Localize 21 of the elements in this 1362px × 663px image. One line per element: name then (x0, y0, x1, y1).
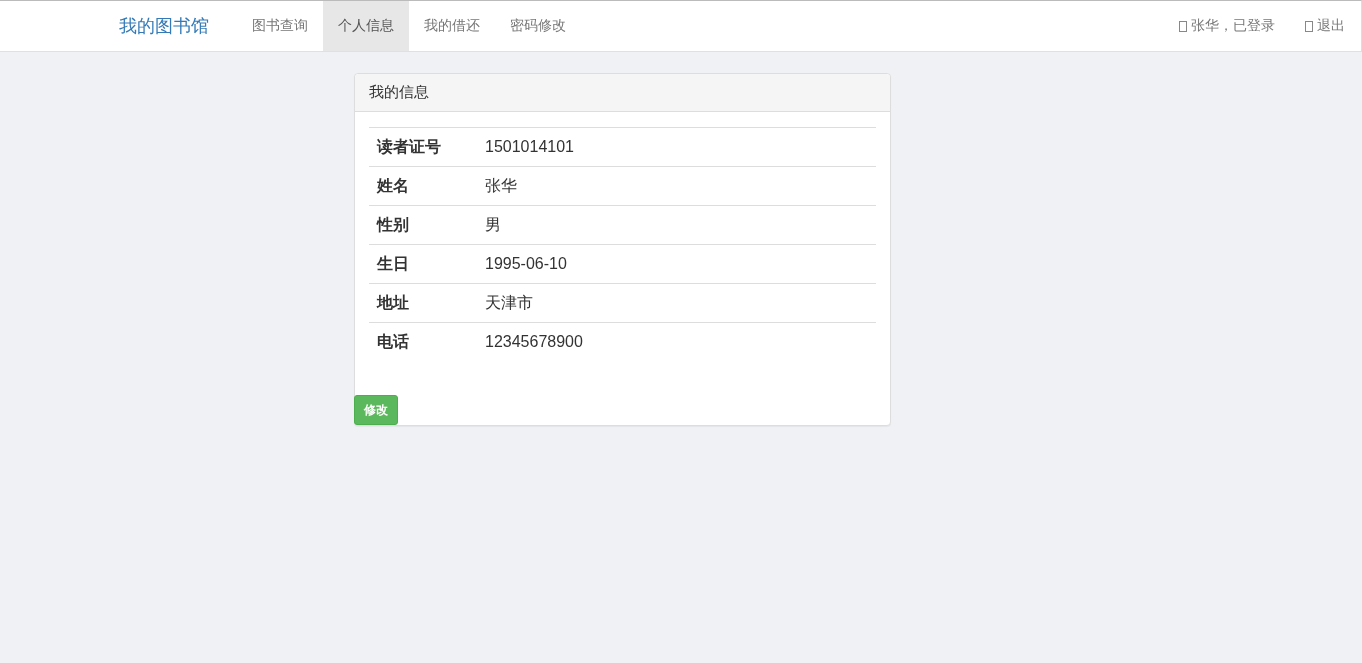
nav-link[interactable]: 我的借还 (409, 1, 495, 51)
nav-link[interactable]: 个人信息 (323, 1, 409, 51)
edit-button[interactable]: 修改 (354, 395, 398, 425)
field-label: 姓名 (369, 166, 485, 206)
field-value: 张华 (485, 166, 876, 206)
field-value: 12345678900 (485, 322, 876, 361)
field-value: 男 (485, 205, 876, 245)
field-label: 地址 (369, 283, 485, 323)
field-label: 生日 (369, 244, 485, 284)
field-label: 读者证号 (369, 127, 485, 167)
field-label: 电话 (369, 322, 485, 361)
field-value: 天津市 (485, 283, 876, 323)
panel-title: 我的信息 (369, 83, 429, 102)
field-label: 性别 (369, 205, 485, 245)
field-value: 1501014101 (485, 127, 876, 167)
brand-link[interactable]: 我的图书馆 (119, 1, 223, 51)
nav-link[interactable]: 图书查询 (237, 1, 323, 51)
user-link[interactable]: 张华，已登录 (1179, 1, 1275, 51)
logout-link[interactable]: 退出 (1305, 1, 1345, 51)
field-value: 1995-06-10 (485, 244, 876, 284)
nav-link[interactable]: 密码修改 (495, 1, 581, 51)
